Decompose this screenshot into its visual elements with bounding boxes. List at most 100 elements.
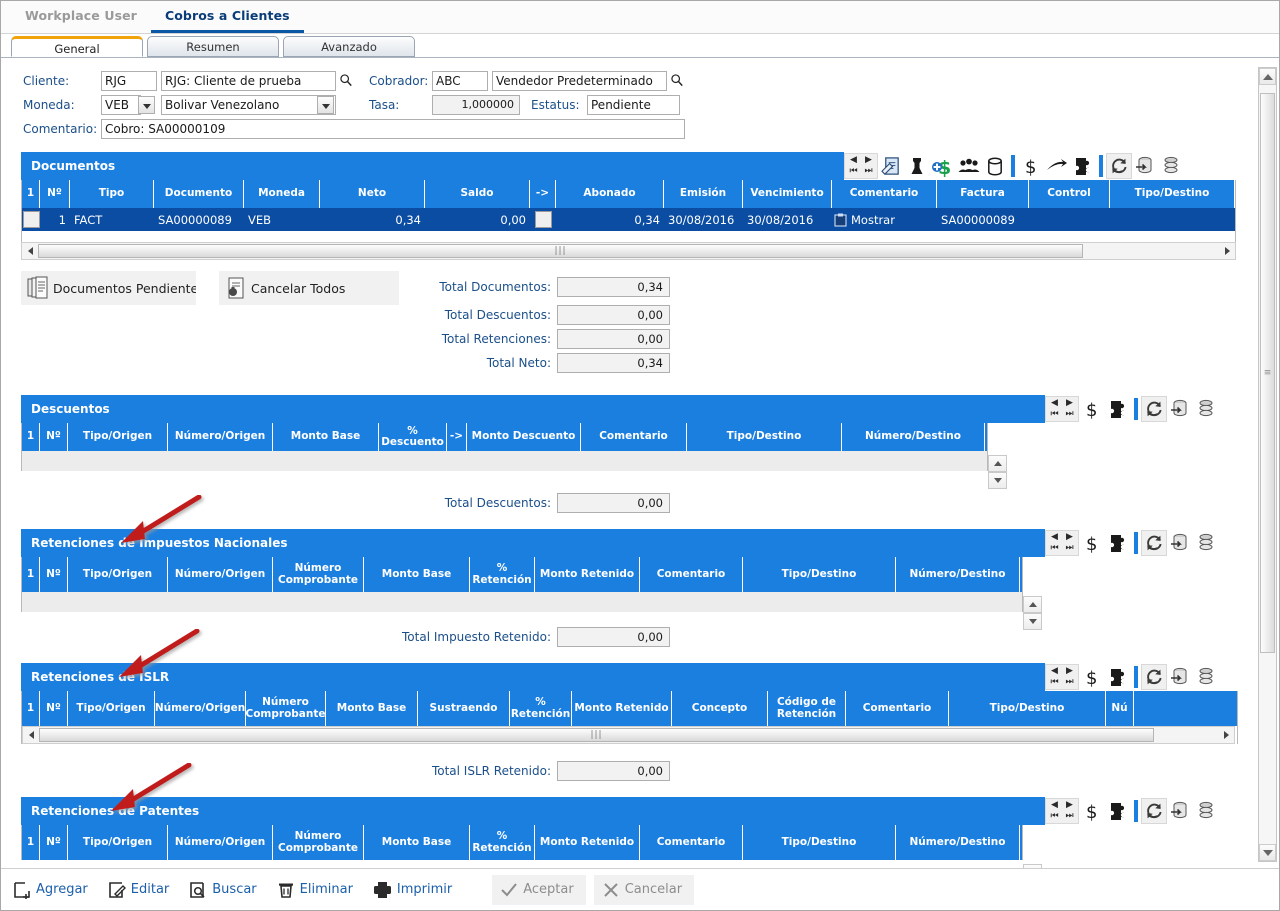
col-vencimiento[interactable]: Vencimiento: [743, 180, 832, 208]
record-navigation-pad[interactable]: ◀▶ ⏮⏭: [1045, 664, 1079, 690]
descuentos-scroll-down-arrow[interactable]: [988, 472, 1007, 489]
col-numero[interactable]: Nº: [40, 691, 68, 726]
hscroll-right-arrow[interactable]: [1219, 243, 1235, 259]
col-monto-base[interactable]: Monto Base: [364, 557, 470, 592]
col-codigo-retencion[interactable]: Código de Retención: [768, 691, 846, 726]
nav-prev-icon[interactable]: ◀: [846, 155, 861, 166]
col-emision[interactable]: Emisión: [664, 180, 743, 208]
col-index[interactable]: 1: [22, 557, 40, 592]
col-abonado[interactable]: Abonado: [556, 180, 664, 208]
record-navigation-pad[interactable]: ◀▶ ⏮⏭: [1045, 530, 1079, 556]
documentos-pendientes-button[interactable]: Documentos Pendientes: [21, 271, 196, 305]
dollar-icon[interactable]: $: [1079, 664, 1105, 690]
nav-first-icon[interactable]: ⏮: [1047, 677, 1062, 688]
refresh-icon[interactable]: [1141, 664, 1167, 690]
hscroll-left-arrow[interactable]: [22, 243, 38, 259]
col-factura[interactable]: Factura: [937, 180, 1029, 208]
col-comentario[interactable]: Comentario: [640, 557, 743, 592]
nav-last-icon[interactable]: ⏭: [1062, 811, 1077, 822]
hscroll-left-arrow[interactable]: [23, 727, 39, 743]
col-tipo-destino[interactable]: Tipo/Destino: [743, 557, 896, 592]
col-comentario[interactable]: Comentario: [581, 423, 687, 451]
col-tipo[interactable]: Tipo: [70, 180, 154, 208]
database-icon[interactable]: [982, 153, 1008, 179]
col-monto-retenido[interactable]: Monto Retenido: [535, 557, 640, 592]
col-neto[interactable]: Neto: [320, 180, 425, 208]
puzzle-icon[interactable]: [1105, 396, 1131, 422]
col-tipo-origen[interactable]: Tipo/Origen: [68, 691, 155, 726]
nav-first-icon[interactable]: ⏮: [1047, 543, 1062, 554]
documentos-hscrollbar[interactable]: |||: [21, 242, 1236, 260]
col-concepto[interactable]: Concepto: [672, 691, 768, 726]
col-pct-retencion[interactable]: % Retención: [510, 691, 572, 726]
record-navigation-pad[interactable]: ◀▶ ⏮⏭: [844, 153, 878, 179]
col-numero-destino[interactable]: Número/Destino: [842, 423, 985, 451]
nav-last-icon[interactable]: ⏭: [861, 166, 876, 177]
col-saldo[interactable]: Saldo: [425, 180, 530, 208]
cell-comentario[interactable]: Mostrar: [832, 208, 937, 231]
nav-last-icon[interactable]: ⏭: [1062, 543, 1077, 554]
col-control[interactable]: Control: [1029, 180, 1110, 208]
scroll-thumb[interactable]: ≡: [1260, 93, 1275, 653]
refresh-icon[interactable]: [1106, 153, 1132, 179]
col-pct-retencion[interactable]: % Retención: [470, 825, 535, 860]
agregar-button[interactable]: Agregar: [11, 875, 98, 905]
col-tipo-origen[interactable]: Tipo/Origen: [68, 557, 168, 592]
col-arrow[interactable]: ->: [530, 180, 556, 208]
col-numero-comprobante[interactable]: Número Comprobante: [273, 557, 364, 592]
moneda-name-dropdown-icon[interactable]: [317, 96, 334, 114]
col-tipo-destino[interactable]: Tipo/Destino: [949, 691, 1106, 726]
moneda-code-input[interactable]: VEB: [101, 95, 141, 115]
nav-first-icon[interactable]: ⏮: [1047, 409, 1062, 420]
col-pct-retencion[interactable]: % Retención: [470, 557, 535, 592]
nav-next-icon[interactable]: ▶: [1062, 666, 1077, 677]
col-monto-base[interactable]: Monto Base: [326, 691, 418, 726]
comentario-input[interactable]: Cobro: SA00000109: [101, 119, 685, 139]
nav-prev-icon[interactable]: ◀: [1047, 398, 1062, 409]
nav-first-icon[interactable]: ⏮: [846, 166, 861, 177]
nav-next-icon[interactable]: ▶: [861, 155, 876, 166]
impuestos-scroll-down-arrow[interactable]: [1023, 613, 1042, 630]
row-select-checkbox[interactable]: [22, 208, 40, 231]
col-numero[interactable]: Nº: [40, 557, 68, 592]
col-index[interactable]: 1: [22, 691, 40, 726]
tasa-input[interactable]: 1,000000: [432, 95, 520, 115]
col-index[interactable]: 1: [22, 423, 40, 451]
col-comentario[interactable]: Comentario: [832, 180, 937, 208]
impuestos-scroll-up-arrow[interactable]: [1023, 596, 1042, 613]
col-index[interactable]: 1: [22, 825, 40, 860]
col-numero-origen[interactable]: Número/Origen: [155, 691, 246, 726]
imprimir-button[interactable]: Imprimir: [371, 875, 462, 905]
cliente-search-icon[interactable]: [339, 72, 353, 90]
scroll-down-button[interactable]: [1259, 844, 1276, 861]
tab-resumen[interactable]: Resumen: [147, 36, 279, 57]
col-numero-destino[interactable]: Número/Destino: [896, 825, 1020, 860]
col-numero[interactable]: Nº: [40, 180, 70, 208]
edit-document-icon[interactable]: [878, 153, 904, 179]
col-monto-retenido[interactable]: Monto Retenido: [572, 691, 672, 726]
col-pct-descuento[interactable]: % Descuento: [379, 423, 447, 451]
moneda-code-dropdown-icon[interactable]: [138, 96, 155, 114]
puzzle-icon[interactable]: [1070, 153, 1096, 179]
puzzle-icon[interactable]: [1105, 664, 1131, 690]
window-tab-cobros-a-clientes[interactable]: Cobros a Clientes: [151, 1, 304, 33]
cobrador-code-input[interactable]: ABC: [432, 71, 488, 91]
col-tipo-destino[interactable]: Tipo/Destino: [687, 423, 842, 451]
record-navigation-pad[interactable]: ◀▶ ⏮⏭: [1045, 396, 1079, 422]
hscroll-thumb[interactable]: |||: [38, 244, 1083, 258]
col-numero-destino[interactable]: Número/Destino: [896, 557, 1020, 592]
refresh-icon[interactable]: [1141, 798, 1167, 824]
col-documento[interactable]: Documento: [154, 180, 244, 208]
dollar-icon[interactable]: $: [1018, 153, 1044, 179]
col-numero-comprobante[interactable]: Número Comprobante: [273, 825, 364, 860]
col-numero-destino[interactable]: Nú: [1106, 691, 1134, 726]
nav-next-icon[interactable]: ▶: [1062, 398, 1077, 409]
nav-next-icon[interactable]: ▶: [1062, 800, 1077, 811]
col-tipo-origen[interactable]: Tipo/Origen: [68, 825, 168, 860]
nav-prev-icon[interactable]: ◀: [1047, 666, 1062, 677]
database-export-icon[interactable]: [1132, 153, 1158, 179]
cliente-code-input[interactable]: RJG: [101, 71, 157, 91]
hscroll-thumb[interactable]: |||: [39, 728, 1154, 742]
database-export-icon[interactable]: [1167, 664, 1193, 690]
buscar-button[interactable]: Buscar: [187, 875, 266, 905]
